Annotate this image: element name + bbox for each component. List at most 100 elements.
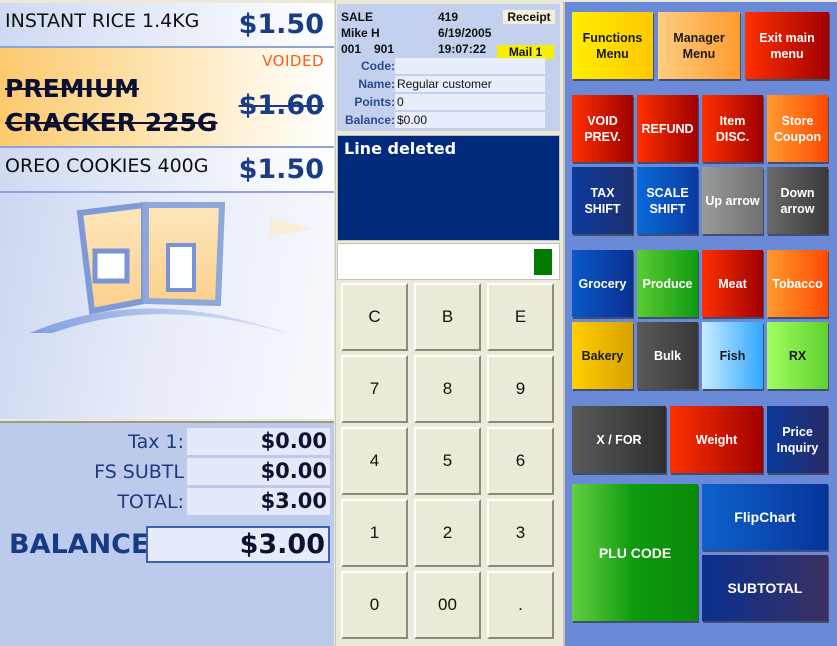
fs-subtl-label: FS SUBTL [94,461,184,483]
total-label: TOTAL: [117,491,184,513]
tax1-row: Tax 1: $0.00 [0,428,334,456]
scale-shift-button[interactable]: SCALE SHIFT [637,167,698,234]
item-disc-label: Item DISC. [715,113,750,144]
down-arrow-button[interactable]: Down arrow [767,167,828,234]
weight-button[interactable]: Weight [670,406,763,473]
line-item[interactable]: INSTANT RICE 1.4KG $1.50 [0,3,334,48]
key-0[interactable]: 0 [341,571,408,639]
key-enter[interactable]: E [487,283,554,351]
time: 19:07:22 [438,42,487,56]
key-00[interactable]: 00 [414,571,481,639]
key-1[interactable]: 1 [341,499,408,567]
bakery-label: Bakery [581,348,624,363]
tax1-value: $0.00 [187,428,330,455]
manager-menu-button[interactable]: Manager Menu [658,12,740,79]
customer-points-row: Points: 0 [337,94,547,111]
void-prev-button[interactable]: VOID PREV. [572,95,633,162]
dept-bulk-button[interactable]: Bulk [637,322,698,389]
key-8[interactable]: 8 [414,355,481,423]
item-price: $1.50 [238,9,324,40]
dept-produce-button[interactable]: Produce [637,250,698,317]
totals-panel: Tax 1: $0.00 FS SUBTL $0.00 TOTAL: $3.00… [0,421,334,646]
tax-shift-label: TAX SHIFT [584,185,621,216]
functions-menu-label: Functions Menu [582,30,643,61]
line-item[interactable]: OREO COOKIES 400G $1.50 [0,148,334,193]
customer-balance-row: Balance: $0.00 [337,112,547,129]
void-prev-label: VOID PREV. [584,113,621,144]
key-7[interactable]: 7 [341,355,408,423]
dept-rx-button[interactable]: RX [767,322,828,389]
dept-bakery-button[interactable]: Bakery [572,322,633,389]
line-item-voided[interactable]: VOIDED PREMIUM CRACKER 225G $1.60 [0,48,334,148]
key-5[interactable]: 5 [414,427,481,495]
customer-code-row: Code: [337,58,547,75]
manager-menu-label: Manager Menu [673,30,725,61]
item-name: INSTANT RICE 1.4KG [5,10,200,32]
total-value: $3.00 [187,488,330,515]
name-label: Name: [358,77,395,91]
key-2[interactable]: 2 [414,499,481,567]
plu-code-button[interactable]: PLU CODE [572,484,698,621]
fs-subtl-value: $0.00 [187,458,330,485]
subtotal-label: SUBTOTAL [727,580,803,596]
down-arrow-label: Down arrow [780,185,815,216]
scale-shift-label: SCALE SHIFT [646,185,689,216]
date: 6/19/2005 [438,26,492,40]
item-price: $1.60 [238,90,324,121]
key-clear[interactable]: C [341,283,408,351]
key-9[interactable]: 9 [487,355,554,423]
balance-value: $3.00 [146,526,330,563]
flipchart-button[interactable]: FlipChart [702,484,828,550]
function-panel: Functions Menu Manager Menu Exit main me… [563,2,837,646]
dept-meat-button[interactable]: Meat [702,250,763,317]
cashier-name: Mike H [341,26,380,40]
fs-subtl-row: FS SUBTL $0.00 [0,458,334,486]
x-for-button[interactable]: X / FOR [572,406,666,473]
exit-main-menu-button[interactable]: Exit main menu [745,12,829,79]
exit-main-menu-label: Exit main menu [759,30,815,61]
store-coupon-button[interactable]: Store Coupon [767,95,828,162]
points-label: Points: [354,95,395,109]
entry-field[interactable] [337,243,560,280]
key-6[interactable]: 6 [487,427,554,495]
tax-shift-button[interactable]: TAX SHIFT [572,167,633,234]
key-back[interactable]: B [414,283,481,351]
key-4[interactable]: 4 [341,427,408,495]
code-label: Code: [361,59,395,73]
up-arrow-label: Up arrow [705,193,760,208]
dept-grocery-button[interactable]: Grocery [572,250,633,317]
functions-menu-button[interactable]: Functions Menu [572,12,653,79]
receipt-button[interactable]: Receipt [503,10,555,24]
message-text: Line deleted [344,139,457,158]
refund-button[interactable]: REFUND [637,95,698,162]
store-number: 001 [341,42,362,56]
item-list: INSTANT RICE 1.4KG $1.50 VOIDED PREMIUM … [0,3,334,419]
item-name: OREO COOKIES 400G [5,155,209,177]
balance-field: $0.00 [395,112,545,128]
key-decimal[interactable]: . [487,571,554,639]
code-field[interactable] [395,58,545,74]
x-for-label: X / FOR [596,432,642,447]
tobacco-label: Tobacco [772,276,823,291]
meat-label: Meat [718,276,747,291]
item-disc-button[interactable]: Item DISC. [702,95,763,162]
item-price: $1.50 [238,154,324,185]
up-arrow-button[interactable]: Up arrow [702,167,763,234]
store-logo [29,201,312,333]
numeric-keypad: C B E 7 8 9 4 5 6 1 2 3 0 00 . [341,283,560,646]
status-indicator [534,249,552,275]
mail-badge[interactable]: Mail 1 [497,45,554,59]
dept-tobacco-button[interactable]: Tobacco [767,250,828,317]
price-inquiry-button[interactable]: Price Inquiry [767,406,828,473]
transaction-number: 419 [438,10,459,24]
key-3[interactable]: 3 [487,499,554,567]
fish-label: Fish [719,348,746,363]
grocery-label: Grocery [578,276,627,291]
refund-label: REFUND [641,121,694,136]
customer-name-row: Name: Regular customer [337,76,547,93]
mode-label: SALE [341,10,374,24]
dept-fish-button[interactable]: Fish [702,322,763,389]
subtotal-button[interactable]: SUBTOTAL [702,555,828,621]
balance-label: Balance: [344,113,395,127]
rx-label: RX [788,348,807,363]
